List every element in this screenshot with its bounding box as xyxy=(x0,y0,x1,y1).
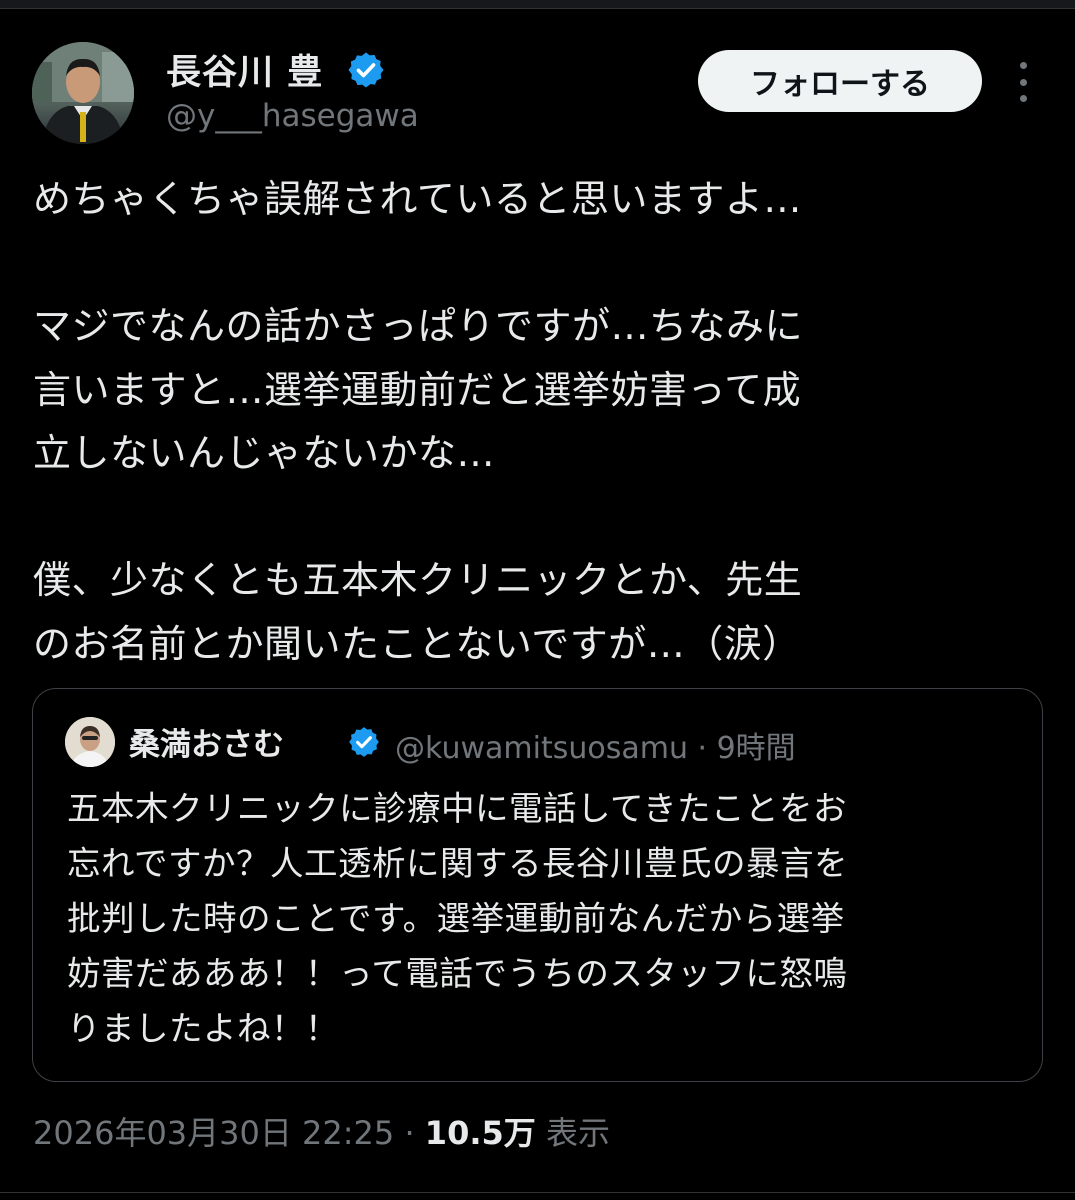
tweet-text: めちゃくちゃ誤解されていると思いますよ… マジでなんの話かさっぱりですが…ちなみ… xyxy=(33,177,804,666)
follow-button[interactable]: フォローする xyxy=(698,50,982,112)
timestamp[interactable]: 2026年03月30日 22:25 xyxy=(33,1114,394,1152)
meta-separator: · xyxy=(394,1114,425,1152)
quoted-verified-badge-icon xyxy=(349,727,379,757)
author-avatar[interactable] xyxy=(32,42,134,144)
views-count[interactable]: 10.5万 xyxy=(425,1114,536,1152)
quoted-author-avatar[interactable] xyxy=(65,717,115,767)
author-handle[interactable]: @y___hasegawa xyxy=(166,98,419,134)
verified-badge-icon xyxy=(348,52,384,88)
more-dots-icon[interactable] xyxy=(1008,62,1038,102)
views-label: 表示 xyxy=(535,1114,610,1152)
quoted-handle-time[interactable]: @kuwamitsuosamu · 9時間 xyxy=(395,723,796,767)
quoted-author-name[interactable]: 桑満おさむ xyxy=(129,719,284,764)
top-divider xyxy=(0,0,1075,9)
bottom-divider xyxy=(0,1192,1075,1193)
author-name[interactable]: 長谷川 豊 xyxy=(166,44,323,95)
tweet-meta: 2026年03月30日 22:25 · 10.5万 表示 xyxy=(33,1108,610,1154)
quoted-tweet-text: 五本木クリニックに診療中に電話してきたことをお 忘れですか？人工透析に関する長谷… xyxy=(67,789,848,1048)
quoted-tweet[interactable]: 桑満おさむ @kuwamitsuosamu · 9時間 五本木クリニックに診療中… xyxy=(32,688,1043,1082)
